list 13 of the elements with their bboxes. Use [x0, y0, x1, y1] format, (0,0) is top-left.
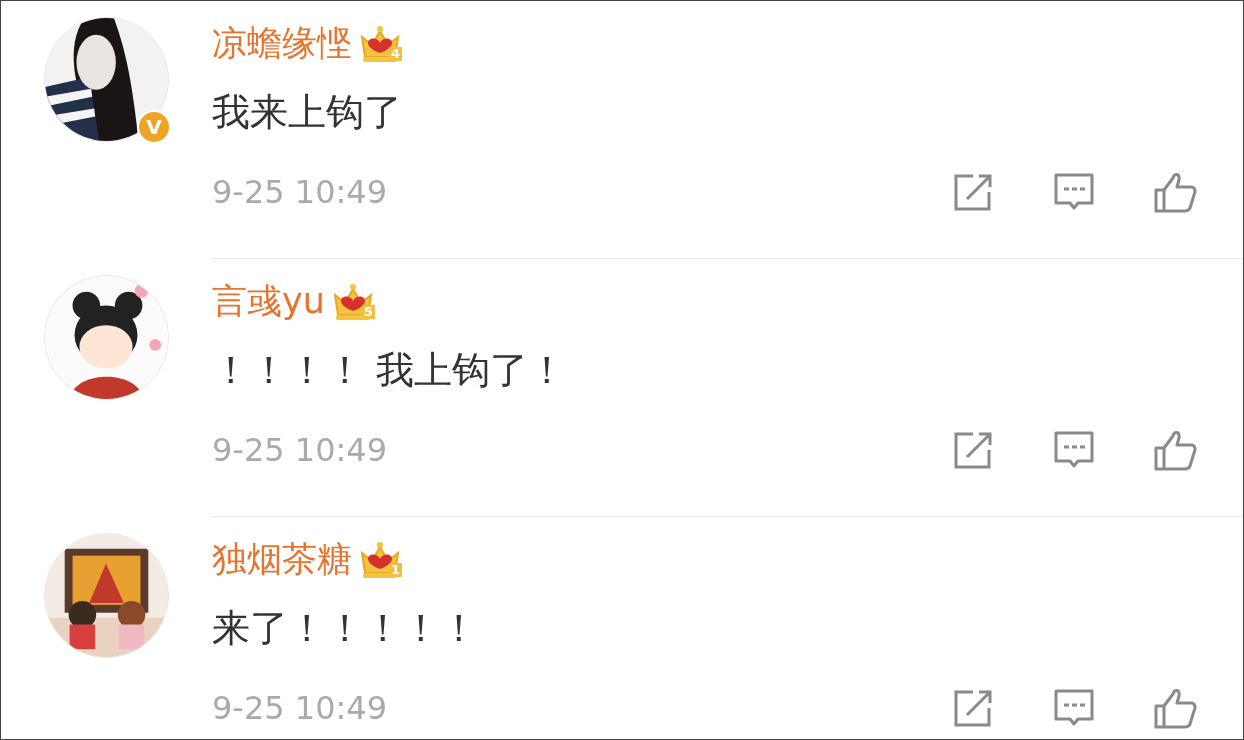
user-name[interactable]: 言彧yu — [212, 277, 325, 325]
verified-badge: V — [137, 110, 171, 144]
thumbs-up-icon[interactable] — [1153, 428, 1197, 472]
timestamp: 9-25 10:49 — [212, 173, 388, 211]
thumbs-up-icon[interactable] — [1153, 686, 1197, 730]
comment-text: 我来上钩了 — [212, 89, 403, 136]
user-name[interactable]: 凉蟾缘悭 — [212, 19, 352, 67]
comment-text: 来了！！！！！ — [212, 605, 479, 652]
thumbs-up-icon[interactable] — [1153, 170, 1197, 214]
timestamp: 9-25 10:49 — [212, 431, 388, 469]
user-name[interactable]: 独烟茶糖 — [212, 535, 352, 583]
timestamp: 9-25 10:49 — [212, 689, 388, 727]
comment-text: ！！！！ 我上钩了！ — [212, 347, 568, 394]
